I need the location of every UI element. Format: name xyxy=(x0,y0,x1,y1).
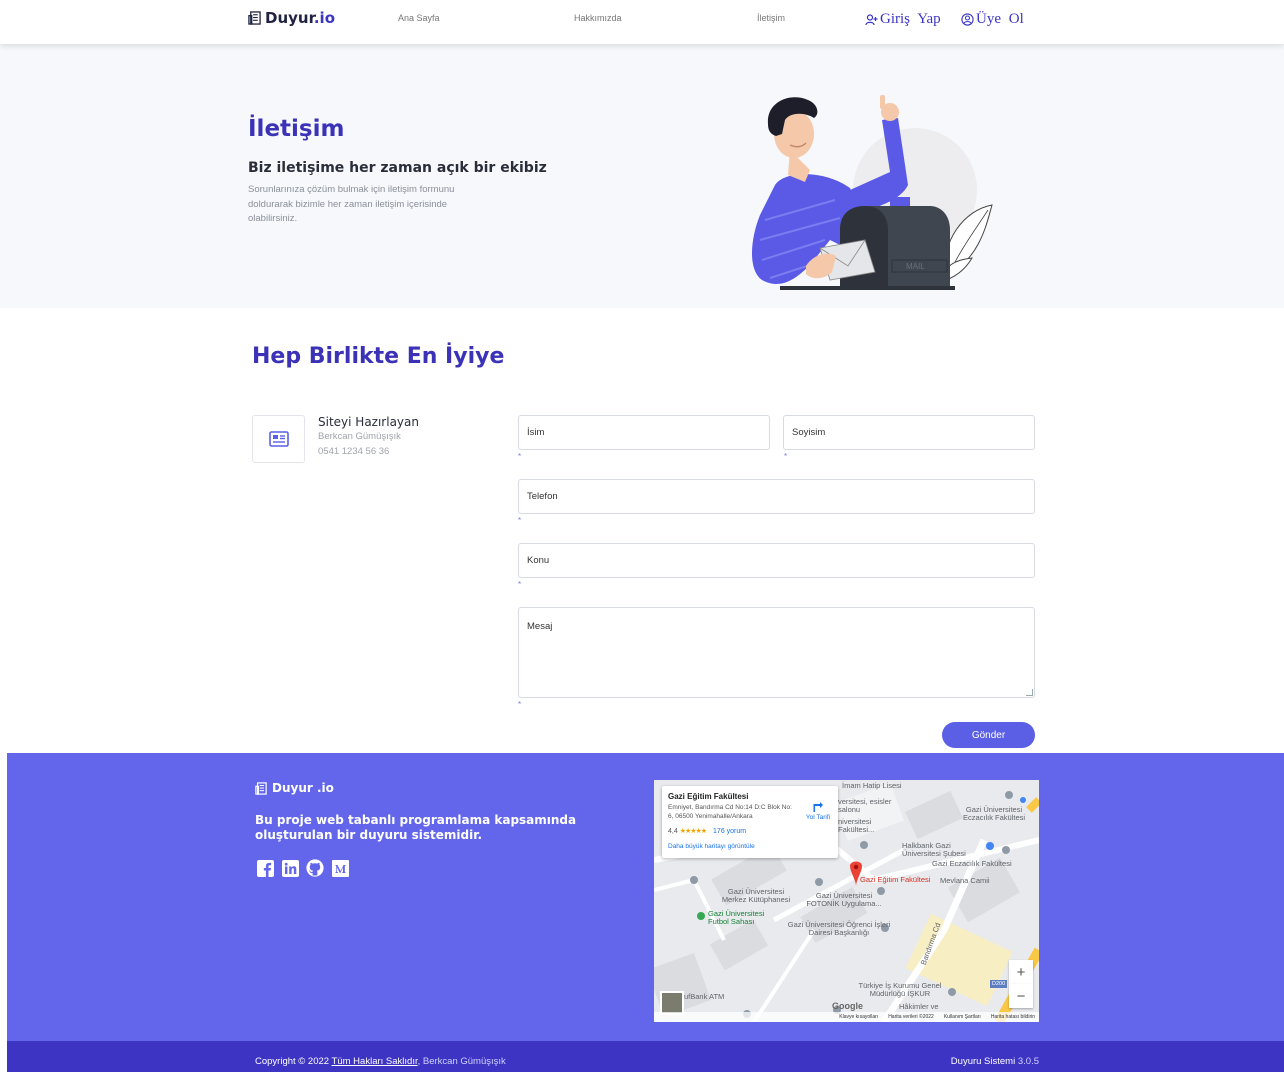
map-label: D200 xyxy=(990,980,1008,988)
version-label: Duyuru Sistemi xyxy=(950,1056,1018,1067)
map-rating-value: 4,4 xyxy=(668,828,678,835)
hero-description: Sorunlarınıza çözüm bulmak için iletişim… xyxy=(248,184,455,224)
phone-field[interactable]: Telefon xyxy=(518,479,1035,514)
author-name: Berkcan Gümüşışık xyxy=(318,431,401,442)
resize-handle[interactable] xyxy=(1026,689,1033,696)
login-link[interactable]: Giriş Yap xyxy=(865,11,941,28)
nav-link-contact[interactable]: İletişim xyxy=(757,13,785,23)
directions-button[interactable]: Yol Tarifi xyxy=(802,800,834,821)
subject-placeholder: Konu xyxy=(527,555,550,566)
navbar: Duyur.io Ana Sayfa Hakkımızda İletişim G… xyxy=(0,0,1284,44)
copyright-suffix: , Berkcan Gümüşışık xyxy=(417,1056,506,1067)
footer-description: Bu proje web tabanlı programlama kapsamı… xyxy=(255,813,577,842)
copyright-prefix: Copyright © 2022 xyxy=(255,1056,332,1067)
directions-label: Yol Tarifi xyxy=(805,814,831,821)
rights-link[interactable]: Tüm Hakları Saklıdır xyxy=(332,1056,418,1067)
required-mark: * xyxy=(784,452,788,461)
hero-subtitle: Biz iletişime her zaman açık bir ekibiz xyxy=(248,160,547,176)
map-label: İmam Hatip Lisesi xyxy=(842,781,902,790)
linkedin-icon[interactable] xyxy=(281,859,299,877)
register-label: Üye Ol xyxy=(976,11,1024,27)
required-mark: * xyxy=(518,452,522,461)
directions-icon xyxy=(813,802,823,812)
message-textarea[interactable]: Mesaj xyxy=(518,607,1035,698)
login-label: Giriş Yap xyxy=(880,11,941,27)
user-circle-icon xyxy=(961,13,974,26)
nav-link-about[interactable]: Hakkımızda xyxy=(574,13,622,23)
register-link[interactable]: Üye Ol xyxy=(961,11,1024,28)
facebook-icon[interactable] xyxy=(256,859,274,877)
map-label: Gazi Eczacılık Fakültesi xyxy=(932,859,1012,868)
footer-brand-text: Duyur .io xyxy=(272,781,334,795)
author-icon-box xyxy=(252,415,305,463)
star-icon: ★★★★★ xyxy=(679,828,707,835)
map-rating: 4,4 ★★★★★ 176 yorum xyxy=(668,827,746,835)
user-plus-icon xyxy=(865,13,878,25)
map-label: niversitesi Fakültesi... xyxy=(838,817,875,834)
map-attr-link[interactable]: Harita hatası bildirin xyxy=(991,1014,1035,1020)
map-bigger-link[interactable]: Daha büyük haritayı görüntüle xyxy=(668,843,755,850)
map-label: Gazi Üniversitesi Futbol Sahası xyxy=(708,909,765,926)
map-label: Mevlana Camii xyxy=(940,876,990,885)
newspaper-icon xyxy=(248,11,261,25)
map-label: Gazi Üniversitesi Merkez Kütüphanesi xyxy=(721,887,791,904)
social-links xyxy=(256,859,349,877)
google-logo: Google xyxy=(832,1001,863,1011)
map-attr-link: Harita verileri ©2022 xyxy=(888,1014,934,1020)
map-place-name: Gazi Eğitim Fakültesi xyxy=(668,792,749,801)
map-label: Gazi Üniversitesi Eczacılık Fakültesi xyxy=(962,805,1026,822)
brand-logo[interactable]: Duyur.io xyxy=(248,9,335,27)
footer-bottom-bar: Copyright © 2022 Tüm Hakları Saklıdır, B… xyxy=(7,1041,1284,1072)
version-number: 3.0.5 xyxy=(1017,1056,1039,1067)
map-label: Türkiye İş Kurumu Genel Müdürlüğü İŞKUR xyxy=(858,981,942,998)
footer-brand[interactable]: Duyur .io xyxy=(255,781,334,795)
github-icon[interactable] xyxy=(306,859,324,877)
hero-section: İletişim Biz iletişime her zaman açık bi… xyxy=(0,44,1284,308)
map-pin-label: Gazi Eğitim Fakültesi xyxy=(860,875,931,884)
first-name-field[interactable]: İsim xyxy=(518,415,770,450)
message-placeholder: Mesaj xyxy=(527,621,553,632)
newspaper-icon xyxy=(268,431,289,447)
mailbox-label: MAIL xyxy=(906,262,925,271)
zoom-in-button[interactable]: + xyxy=(1009,960,1033,984)
required-mark: * xyxy=(518,516,522,525)
map-label: ufBank ATM xyxy=(684,992,725,1001)
version-info: Duyuru Sistemi 3.0.5 xyxy=(951,1056,1039,1067)
brand-name: Duyur xyxy=(265,9,314,27)
map-label: versitesi, esisler salonu xyxy=(838,797,892,814)
zoom-out-button[interactable]: − xyxy=(1009,984,1033,1008)
mailbox-illustration: MAIL xyxy=(752,95,993,290)
author-title: Siteyi Hazırlayan xyxy=(318,415,419,429)
map-reviews-link[interactable]: 176 yorum xyxy=(713,828,746,835)
required-mark: * xyxy=(518,580,522,589)
map-label: Gazi Üniversitesi Öğrenci İşleri Dairesi… xyxy=(787,920,891,937)
medium-icon[interactable] xyxy=(331,859,349,877)
map-label: Gazi Üniversitesi FOTONİK Uygulama... xyxy=(806,891,882,908)
map-address: Emniyet, Bandırma Cd No:14 D:C Blok No: … xyxy=(668,804,792,820)
section-title: Hep Birlikte En İyiye xyxy=(252,344,505,369)
map-info-card: Gazi Eğitim Fakültesi Emniyet, Bandırma … xyxy=(662,786,838,858)
send-button[interactable]: Gönder xyxy=(942,722,1035,748)
newspaper-icon xyxy=(255,781,267,795)
subject-field[interactable]: Konu xyxy=(518,543,1035,578)
map-label: Halkbank Gazi Üniversitesi Şubesi xyxy=(902,841,966,858)
page-title: İletişim xyxy=(248,116,345,142)
required-mark: * xyxy=(518,700,522,709)
phone-placeholder: Telefon xyxy=(527,491,558,502)
last-name-placeholder: Soyisim xyxy=(792,427,826,438)
copyright: Copyright © 2022 Tüm Hakları Saklıdır, B… xyxy=(255,1056,506,1067)
footer: Duyur .io Bu proje web tabanlı programla… xyxy=(7,753,1284,1041)
first-name-placeholder: İsim xyxy=(527,427,545,438)
brand-tld: .io xyxy=(313,9,336,27)
last-name-field[interactable]: Soyisim xyxy=(783,415,1035,450)
map-attr-link[interactable]: Klavye kısayolları xyxy=(839,1014,878,1020)
map-attribution: Klavye kısayolları Harita verileri ©2022… xyxy=(654,1012,1039,1022)
map-attr-link[interactable]: Kullanım Şartları xyxy=(944,1014,981,1020)
nav-link-home[interactable]: Ana Sayfa xyxy=(398,13,440,23)
google-map[interactable]: İmam Hatip Lisesi versitesi, esisler sal… xyxy=(654,780,1039,1022)
author-phone: 0541 1234 56 36 xyxy=(318,446,390,457)
map-label: Hâkimler ve xyxy=(899,1002,939,1011)
